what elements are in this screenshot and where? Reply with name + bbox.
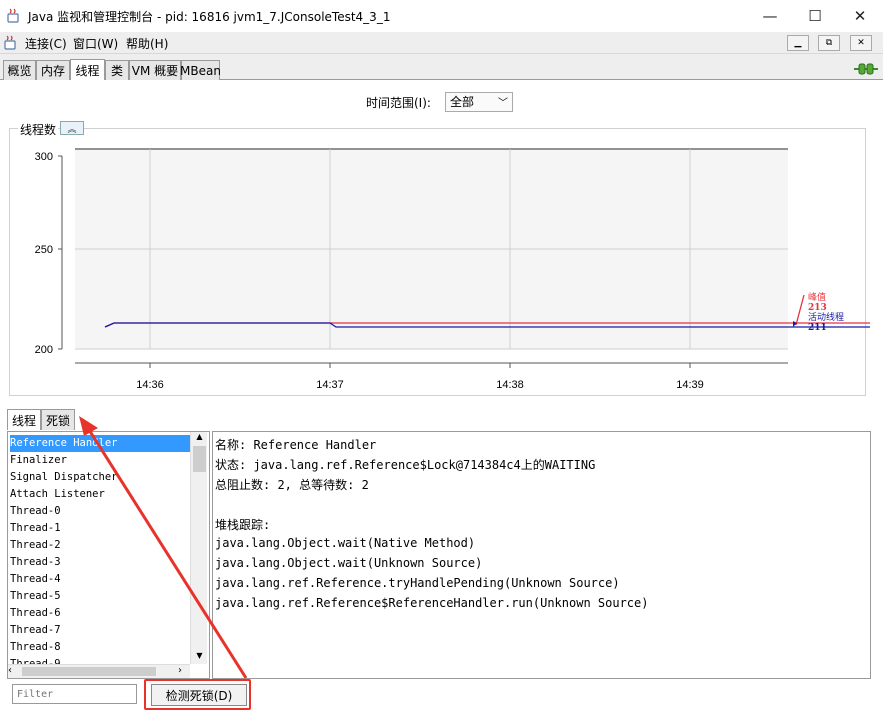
annotation-arrow xyxy=(79,416,248,679)
